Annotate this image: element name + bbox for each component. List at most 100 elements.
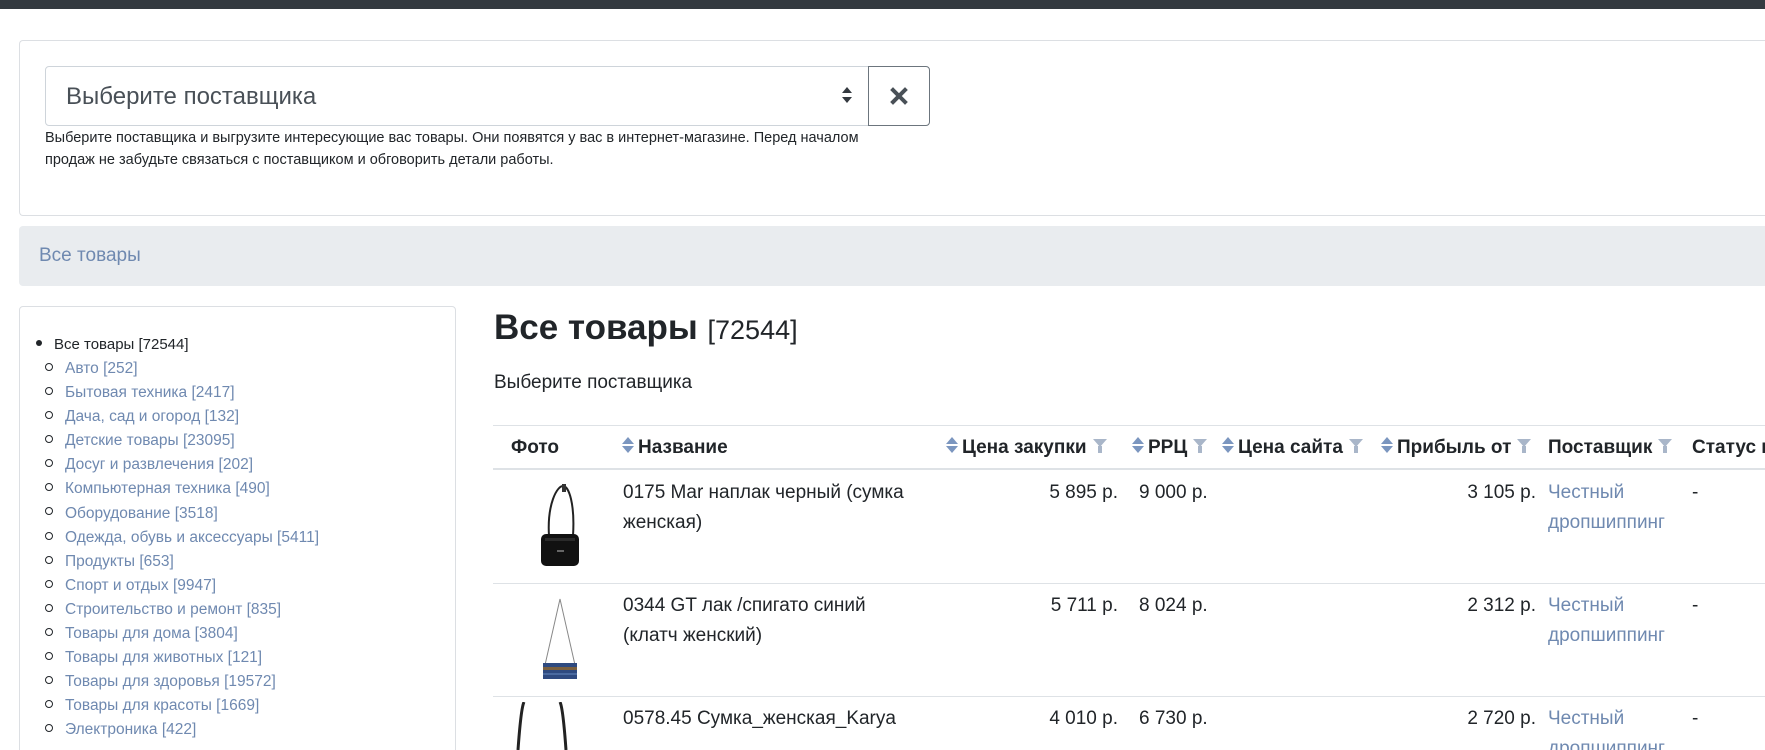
column-header-label: Прибыль от (1397, 437, 1512, 458)
column-header-rrp[interactable]: РРЦ (1132, 436, 1208, 459)
category-label: Спорт и отдых [9947] (65, 576, 217, 594)
sort-icon[interactable] (1381, 436, 1393, 455)
select-arrows-icon (842, 87, 852, 105)
category-label: Товары для животных [121] (65, 649, 263, 667)
column-header-label: Фото (511, 437, 560, 458)
bullet-icon (36, 340, 42, 347)
sort-icon[interactable] (946, 436, 958, 455)
page-title-count: [72544] (707, 315, 798, 345)
rrp-price: 8 024 р. (1139, 595, 1208, 616)
page-title: Все товары [72544] (494, 308, 798, 348)
sort-icon[interactable] (1132, 436, 1144, 455)
column-header-purchase-price[interactable]: Цена закупки (946, 436, 1107, 459)
status-value: - (1692, 708, 1699, 729)
supplier-link-line: Честный (1548, 595, 1625, 616)
table-header-border-bottom (493, 468, 1765, 470)
supplier-link-line: дропшиппинг (1548, 738, 1665, 750)
column-header-profit[interactable]: Прибыль от (1381, 436, 1532, 459)
status-value: - (1692, 482, 1699, 503)
column-header-label: Цена сайта (1238, 437, 1343, 458)
filter-icon[interactable] (1348, 438, 1363, 453)
column-header-photo: Фото (511, 437, 559, 459)
filter-icon[interactable] (1193, 438, 1208, 453)
supplier-link[interactable]: Честный дропшиппинг (1548, 704, 1665, 750)
circle-bullet-icon (45, 362, 53, 371)
column-header-label: Поставщик (1548, 437, 1653, 458)
column-header-label: Цена закупки (962, 437, 1087, 458)
top-navbar (0, 0, 1765, 9)
profit-value: 2 312 р. (1467, 595, 1536, 616)
supplier-link[interactable]: Честный дропшиппинг (1548, 478, 1665, 538)
category-item[interactable]: Товары для дома [3804] (45, 622, 319, 646)
circle-bullet-icon (45, 435, 53, 444)
category-item[interactable]: Бытовая техника [2417] (45, 381, 319, 405)
supplier-link-line: дропшиппинг (1548, 625, 1665, 646)
column-header-label: Название (638, 437, 728, 458)
column-header-supplier[interactable]: Поставщик (1548, 437, 1673, 459)
profit-value: 2 720 р. (1467, 708, 1536, 729)
column-header-site-price[interactable]: Цена сайта (1222, 436, 1363, 459)
category-item[interactable]: Авто [252] (45, 357, 319, 381)
profit-value: 3 105 р. (1467, 482, 1536, 503)
product-name-line: (клатч женский) (623, 625, 763, 646)
circle-bullet-icon (45, 724, 53, 733)
clear-supplier-button[interactable] (868, 66, 930, 126)
category-item[interactable]: Товары для красоты [1669] (45, 694, 319, 718)
category-label: Детские товары [23095] (65, 432, 235, 450)
purchase-price: 5 711 р. (1050, 595, 1118, 616)
filter-icon[interactable] (1517, 438, 1532, 453)
supplier-select[interactable]: Выберите поставщика (45, 66, 869, 126)
circle-bullet-icon (45, 627, 53, 636)
page-title-text: Все товары (494, 308, 698, 347)
breadcrumb-all-products[interactable]: Все товары (39, 245, 141, 267)
category-item[interactable]: Дача, сад и огород [132] (45, 405, 319, 429)
sort-icon[interactable] (1222, 436, 1234, 455)
category-item[interactable]: Детские товары [23095] (45, 429, 319, 453)
category-list: Авто [252] Бытовая техника [2417] Дача, … (45, 357, 319, 743)
circle-bullet-icon (45, 531, 53, 540)
filter-icon[interactable] (1092, 438, 1107, 453)
product-name-line: 0175 Mar наплак черный (сумка (623, 482, 904, 503)
category-item[interactable]: Товары для животных [121] (45, 646, 319, 670)
product-name-line: 0578.45 Сумка_женская_Karya (623, 708, 896, 729)
column-header-status: Статус в (1692, 437, 1765, 459)
circle-bullet-icon (45, 603, 53, 612)
supplier-link-line: дропшиппинг (1548, 512, 1665, 533)
category-label: Оборудование [3518] (65, 504, 218, 522)
category-label: Бытовая техника [2417] (65, 384, 235, 402)
category-item[interactable]: Оборудование [3518] (45, 502, 319, 526)
filter-icon[interactable] (1658, 438, 1673, 453)
supplier-link[interactable]: Честный дропшиппинг (1548, 591, 1665, 651)
category-item[interactable]: Досуг и развлечения [202] (45, 453, 319, 477)
category-item[interactable]: Спорт и отдых [9947] (45, 574, 319, 598)
product-photo[interactable] (535, 484, 585, 570)
category-label: Товары для красоты [1669] (65, 697, 260, 715)
category-item[interactable]: Одежда, обувь и аксессуары [5411] (45, 526, 319, 550)
supplier-help-text: Выберите поставщика и выгрузите интересу… (45, 127, 905, 171)
category-item[interactable]: Товары для здоровья [19572] (45, 670, 319, 694)
sort-icon[interactable] (622, 436, 634, 455)
column-header-label: Статус в (1692, 437, 1765, 458)
circle-bullet-icon (45, 483, 53, 492)
category-item[interactable]: Строительство и ремонт [835] (45, 598, 319, 622)
breadcrumb: Все товары (19, 226, 1765, 286)
category-item[interactable]: Электроника [422] (45, 718, 319, 742)
category-label: Товары для дома [3804] (65, 625, 238, 643)
close-icon (890, 87, 908, 105)
product-photo[interactable] (540, 597, 580, 683)
product-photo[interactable] (512, 702, 572, 750)
circle-bullet-icon (45, 676, 53, 685)
category-item[interactable]: Продукты [653] (45, 550, 319, 574)
circle-bullet-icon (45, 411, 53, 420)
product-name-line: женская) (623, 512, 703, 533)
product-name: 0344 GT лак /спигато синий (клатч женски… (623, 591, 866, 651)
circle-bullet-icon (45, 507, 53, 516)
category-label: Компьютерная техника [490] (65, 480, 270, 498)
purchase-price: 5 895 р. (1049, 482, 1118, 503)
category-label: Строительство и ремонт [835] (65, 600, 282, 618)
rrp-price: 9 000 р. (1139, 482, 1208, 503)
category-item[interactable]: Компьютерная техника [490] (45, 477, 319, 501)
supplier-select-value: Выберите поставщика (66, 83, 317, 110)
column-header-name[interactable]: Название (622, 436, 728, 459)
category-root[interactable]: Все товары [72544] (36, 333, 189, 357)
